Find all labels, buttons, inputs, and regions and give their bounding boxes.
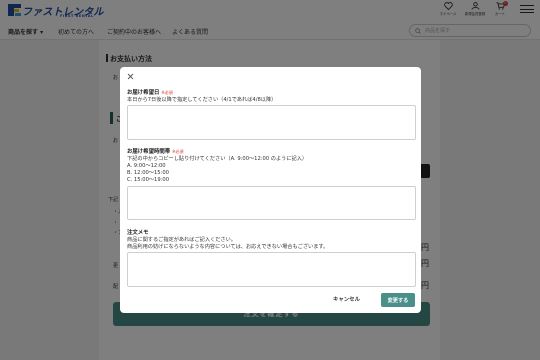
order-memo-note: 商品利用の妨げにならないような内容については、お応えできない場合もございます。: [127, 244, 329, 250]
delivery-date-help: 本日から7日後以降で指定してください（4/1であれば4/8以降）: [127, 97, 277, 103]
delivery-date-label: お届け希望日 ※必須: [127, 90, 173, 96]
required-badge: ※必須: [161, 90, 173, 95]
time-option-c: C. 15:00〜19:00: [127, 177, 170, 183]
delivery-date-field[interactable]: [127, 105, 416, 140]
order-memo-label: 注文メモ: [127, 230, 149, 236]
required-badge: ※必須: [172, 149, 184, 154]
close-icon[interactable]: [126, 72, 135, 81]
order-memo-field[interactable]: [127, 252, 416, 287]
delivery-options-modal: お届け希望日 ※必須 本日から7日後以降で指定してください（4/1であれば4/8以…: [120, 67, 421, 313]
save-changes-button[interactable]: 変更する: [381, 293, 415, 307]
cancel-button[interactable]: キャンセル: [333, 295, 360, 303]
delivery-time-field[interactable]: [127, 186, 416, 220]
delivery-time-label: お届け希望時間帯 ※必須: [127, 149, 184, 155]
